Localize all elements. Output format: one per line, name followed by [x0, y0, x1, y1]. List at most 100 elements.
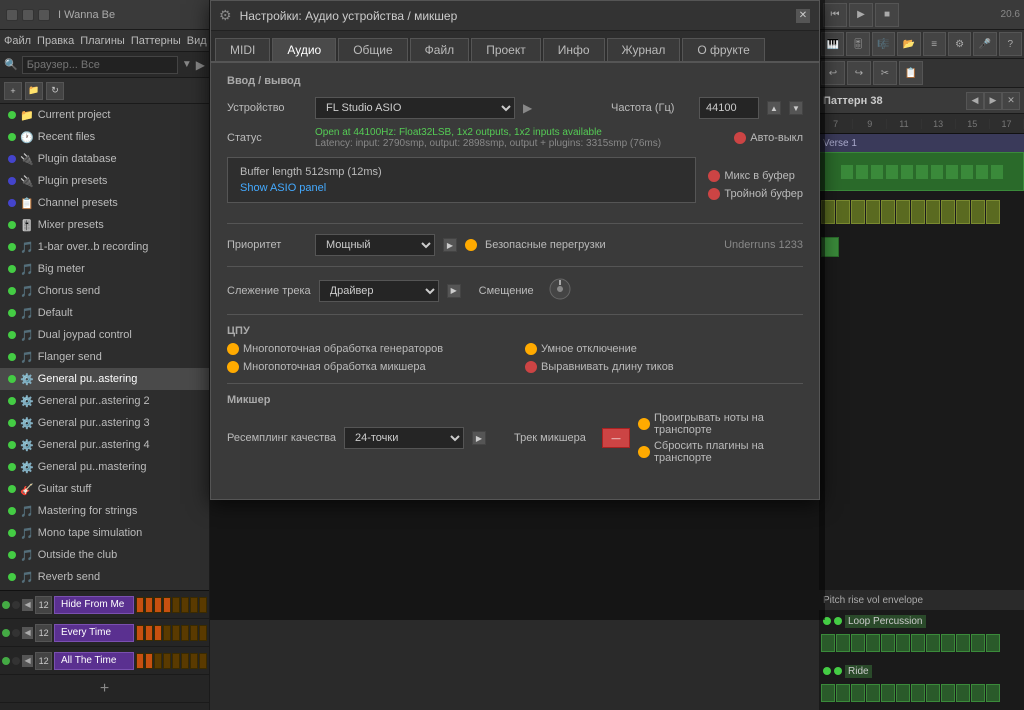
pattern-prev[interactable]: ◀ [966, 92, 984, 110]
transport-icon[interactable]: ⏮ [823, 3, 847, 27]
stop-icon[interactable]: ■ [875, 3, 899, 27]
pad[interactable] [190, 625, 198, 641]
pad[interactable] [163, 653, 171, 669]
device-select[interactable]: FL Studio ASIO [315, 97, 515, 119]
auto-off-radio[interactable] [734, 132, 746, 144]
pad[interactable] [136, 597, 144, 613]
track-arrow[interactable]: ◀ [22, 599, 33, 611]
priority-arrow[interactable]: ▶ [443, 238, 457, 252]
tracking-arrow[interactable]: ▶ [447, 284, 461, 298]
browser-icon[interactable]: 📂 [897, 32, 920, 56]
add-btn[interactable]: + [4, 82, 22, 100]
list-item-current-project[interactable]: 📁 Current project [0, 104, 209, 126]
mic-icon[interactable]: 🎤 [973, 32, 996, 56]
track-arrow[interactable]: ◀ [22, 655, 33, 667]
win-maximize-btn[interactable] [22, 9, 34, 21]
list-item-flanger-send[interactable]: 🎵 Flanger send [0, 346, 209, 368]
refresh-btn[interactable]: ↻ [46, 82, 64, 100]
pad[interactable] [145, 653, 153, 669]
pad[interactable] [154, 625, 162, 641]
pattern-next[interactable]: ▶ [984, 92, 1002, 110]
resample-arrow[interactable]: ▶ [472, 431, 486, 445]
priority-select[interactable]: Мощный [315, 234, 435, 256]
pad[interactable] [190, 653, 198, 669]
list-item-chorus-send[interactable]: 🎵 Chorus send [0, 280, 209, 302]
tab-info[interactable]: Инфо [543, 38, 605, 61]
list-item-channel-presets[interactable]: 📋 Channel presets [0, 192, 209, 214]
tracking-select[interactable]: Драйвер [319, 280, 439, 302]
list-item-general-mastering[interactable]: ⚙️ General pu..astering [0, 368, 209, 390]
add-track-btn[interactable]: + [100, 680, 109, 698]
pad[interactable] [136, 625, 144, 641]
piano-roll-icon[interactable]: 🎼 [872, 32, 895, 56]
tab-audio[interactable]: Аудио [272, 38, 336, 61]
folder-btn[interactable]: 📁 [25, 82, 43, 100]
cut-icon[interactable]: ✂ [873, 61, 897, 85]
list-item-plugin-database[interactable]: 🔌 Plugin database [0, 148, 209, 170]
list-item-dual-joypad[interactable]: 🎵 Dual joypad control [0, 324, 209, 346]
pad[interactable] [190, 597, 198, 613]
menu-plugins[interactable]: Плагины [80, 35, 125, 47]
list-item-general-mastering2[interactable]: ⚙️ General pur..astering 2 [0, 390, 209, 412]
mix-buffer-radio[interactable] [708, 170, 720, 182]
play-icon[interactable]: ▶ [849, 3, 873, 27]
pad[interactable] [163, 625, 171, 641]
tab-midi[interactable]: MIDI [215, 38, 270, 61]
menu-file[interactable]: Файл [4, 35, 31, 47]
pad[interactable] [154, 597, 162, 613]
pad[interactable] [145, 625, 153, 641]
reset-plugins-radio[interactable] [638, 446, 650, 458]
track-name-btn-hide-from-me[interactable]: Hide From Me [54, 596, 134, 614]
modal-close-btn[interactable]: ✕ [795, 8, 811, 24]
pad[interactable] [181, 625, 189, 641]
list-item-mixer-presets[interactable]: 🎚️ Mixer presets [0, 214, 209, 236]
pad[interactable] [172, 625, 180, 641]
pad[interactable] [136, 653, 144, 669]
multi-mixer-radio[interactable] [227, 361, 239, 373]
list-item-recent-files[interactable]: 🕐 Recent files [0, 126, 209, 148]
freq-up-btn[interactable]: ▲ [767, 101, 781, 115]
align-ticks-radio[interactable] [525, 361, 537, 373]
search-filter-icon[interactable]: ▼ [182, 59, 192, 70]
pad[interactable] [145, 597, 153, 613]
help-icon[interactable]: ? [999, 32, 1022, 56]
list-item-reverb-send[interactable]: 🎵 Reverb send [0, 566, 209, 588]
device-arrow[interactable]: ▶ [523, 101, 532, 115]
pad[interactable] [172, 597, 180, 613]
pattern-close[interactable]: ✕ [1002, 92, 1020, 110]
playlist-icon[interactable]: ≡ [923, 32, 946, 56]
tab-file[interactable]: Файл [410, 38, 470, 61]
tab-project[interactable]: Проект [471, 38, 541, 61]
smart-disable-radio[interactable] [525, 343, 537, 355]
settings-icon[interactable]: ⚙ [948, 32, 971, 56]
triple-buffer-radio[interactable] [708, 188, 720, 200]
win-close-btn[interactable] [38, 9, 50, 21]
copy-icon[interactable]: 📋 [899, 61, 923, 85]
freq-down-btn[interactable]: ▼ [789, 101, 803, 115]
pad[interactable] [181, 653, 189, 669]
list-item-mono-tape[interactable]: 🎵 Mono tape simulation [0, 522, 209, 544]
search-input[interactable] [22, 56, 178, 74]
resample-select[interactable]: 24-точки [344, 427, 464, 449]
tab-about[interactable]: О фрукте [682, 38, 765, 61]
pad[interactable] [199, 625, 207, 641]
menu-patterns[interactable]: Паттерны [131, 35, 181, 47]
list-item-1bar[interactable]: 🎵 1-bar over..b recording [0, 236, 209, 258]
track-arrow[interactable]: ◀ [22, 627, 33, 639]
list-item-general-mastering4[interactable]: ⚙️ General pur..astering 4 [0, 434, 209, 456]
offset-knob[interactable] [548, 277, 572, 304]
pad[interactable] [199, 597, 207, 613]
pad[interactable] [172, 653, 180, 669]
pad[interactable] [181, 597, 189, 613]
list-item-big-meter[interactable]: 🎵 Big meter [0, 258, 209, 280]
pad[interactable] [199, 653, 207, 669]
win-minimize-btn[interactable] [6, 9, 18, 21]
tab-journal[interactable]: Журнал [607, 38, 681, 61]
play-notes-radio[interactable] [638, 418, 650, 430]
redo-icon[interactable]: ↪ [847, 61, 871, 85]
show-asio-link[interactable]: Show ASIO panel [240, 182, 683, 194]
mixer-track-btn[interactable]: — [602, 428, 630, 448]
list-item-guitar-stuff[interactable]: 🎸 Guitar stuff [0, 478, 209, 500]
mixer-icon[interactable]: 🎚 [846, 32, 869, 56]
list-item-general-pu-mastering[interactable]: ⚙️ General pu..mastering [0, 456, 209, 478]
